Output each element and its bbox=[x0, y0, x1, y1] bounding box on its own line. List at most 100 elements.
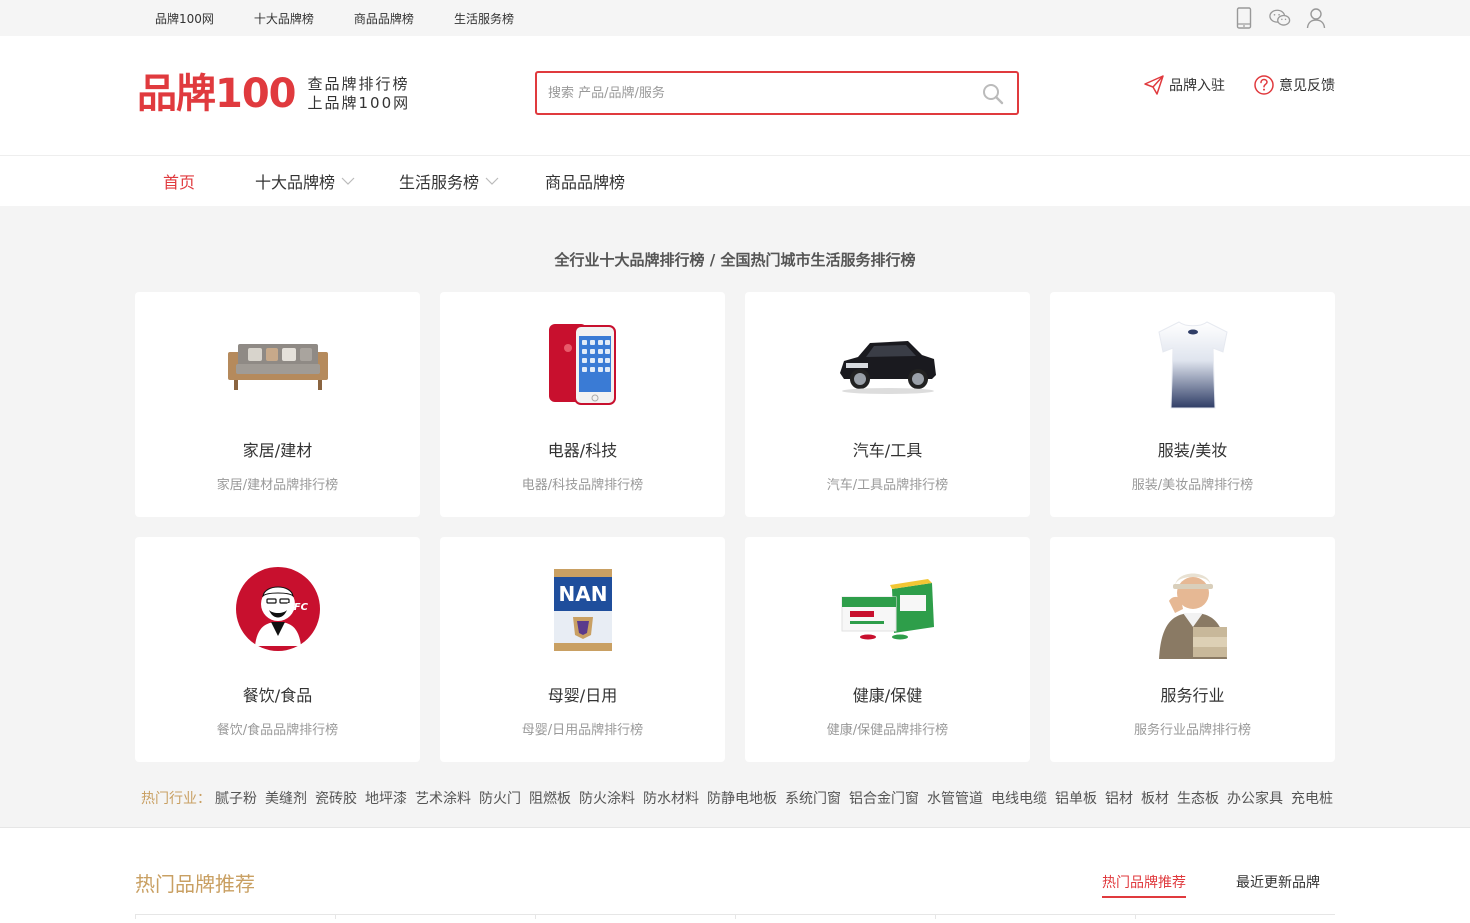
category-name: 服务行业 bbox=[1160, 686, 1225, 705]
hot-industries: 热门行业： 腻子粉 美缝剂 瓷砖胶 地坪漆 艺术涂料 防火门 阻燃板 防火涂料 防水材料 防静电地… bbox=[135, 788, 1335, 808]
car-icon bbox=[745, 292, 1030, 422]
hot-industry-link[interactable]: 防火门 bbox=[479, 791, 521, 807]
logo-mark: 品牌100 bbox=[137, 71, 296, 117]
category-subtitle: 餐饮/食品品牌排行榜 bbox=[216, 723, 339, 738]
hot-industry-link[interactable]: 水管管道 bbox=[927, 791, 983, 807]
search-box bbox=[535, 71, 1019, 115]
recommend-tabs: 热门品牌推荐 最近更新品牌 bbox=[1102, 872, 1320, 898]
hot-industry-link[interactable]: 瓷砖胶 bbox=[315, 791, 357, 807]
hot-industries-label: 热门行业： bbox=[141, 791, 211, 807]
site-header: 品牌100 查品牌排行榜 上品牌100网 品牌入驻 意见反馈 bbox=[0, 36, 1470, 156]
kfc-logo-text: KFC bbox=[286, 602, 309, 613]
category-name: 健康/保健 bbox=[852, 686, 923, 705]
hot-industry-link[interactable]: 腻子粉 bbox=[215, 791, 257, 807]
hot-industry-link[interactable]: 铝单板 bbox=[1055, 791, 1097, 807]
category-card-home[interactable]: 家居/建材 家居/建材品牌排行榜 bbox=[135, 292, 420, 517]
category-title: 全行业十大品牌排行榜 / 全国热门城市生活服务排行榜 bbox=[554, 251, 916, 269]
hot-industry-link[interactable]: 美缝剂 bbox=[265, 791, 307, 807]
hot-industry-link[interactable]: 艺术涂料 bbox=[415, 791, 471, 807]
kfc-logo-icon: KFC bbox=[135, 537, 420, 667]
recommend-list-top bbox=[135, 914, 1335, 919]
recommend-title: 热门品牌推荐 bbox=[135, 872, 255, 896]
topbar-icons bbox=[1233, 7, 1327, 29]
topbar-link-top10[interactable]: 十大品牌榜 bbox=[254, 10, 314, 27]
hot-industry-link[interactable]: 防火涂料 bbox=[579, 791, 635, 807]
topbar-link-services[interactable]: 生活服务榜 bbox=[454, 10, 514, 27]
nav-top10[interactable]: 十大品牌榜 bbox=[255, 169, 355, 193]
hot-industry-link[interactable]: 铝合金门窗 bbox=[849, 791, 919, 807]
hot-industry-link[interactable]: 系统门窗 bbox=[785, 791, 841, 807]
category-name: 家居/建材 bbox=[242, 441, 313, 460]
nan-logo-text: NAN bbox=[558, 582, 607, 606]
category-grid: 家居/建材 家居/建材品牌排行榜 电器/科技 电器/科技品牌排行榜 汽车/工具 … bbox=[135, 292, 1335, 762]
hot-industry-link[interactable]: 铝材 bbox=[1105, 791, 1133, 807]
category-card-services[interactable]: 服务行业 服务行业品牌排行榜 bbox=[1050, 537, 1335, 762]
tab-hot-brands[interactable]: 热门品牌推荐 bbox=[1102, 872, 1186, 898]
nav-services-label: 生活服务榜 bbox=[399, 173, 480, 192]
feedback-label: 意见反馈 bbox=[1279, 78, 1335, 94]
nav-services[interactable]: 生活服务榜 bbox=[399, 169, 499, 193]
search-input[interactable] bbox=[537, 73, 957, 113]
category-subtitle: 健康/保健品牌排行榜 bbox=[826, 723, 949, 738]
category-card-apparel[interactable]: 服装/美妆 服装/美妆品牌排行榜 bbox=[1050, 292, 1335, 517]
category-name: 电器/科技 bbox=[547, 441, 618, 460]
chevron-down-icon bbox=[485, 177, 499, 185]
nav-goods[interactable]: 商品品牌榜 bbox=[545, 169, 625, 193]
slogan-line-1: 查品牌排行榜 bbox=[307, 75, 410, 93]
logo-slogan: 查品牌排行榜 上品牌100网 bbox=[308, 75, 411, 113]
brand-join-link[interactable]: 品牌入驻 bbox=[1143, 74, 1225, 96]
paper-plane-icon bbox=[1144, 75, 1164, 95]
category-card-auto[interactable]: 汽车/工具 汽车/工具品牌排行榜 bbox=[745, 292, 1030, 517]
formula-can-icon: NAN bbox=[440, 537, 725, 667]
category-name: 母婴/日用 bbox=[547, 686, 618, 705]
main-nav: 首页 十大品牌榜 生活服务榜 商品品牌榜 bbox=[0, 156, 1470, 206]
category-section: 全行业十大品牌排行榜 / 全国热门城市生活服务排行榜 家居/建材 家居/建材品牌… bbox=[0, 206, 1470, 828]
medicine-box-icon bbox=[745, 537, 1030, 667]
header-links: 品牌入驻 意见反馈 bbox=[1143, 74, 1335, 96]
feedback-link[interactable]: 意见反馈 bbox=[1253, 74, 1335, 96]
category-name: 餐饮/食品 bbox=[242, 686, 313, 705]
tab-recent-brands[interactable]: 最近更新品牌 bbox=[1236, 872, 1320, 898]
category-subtitle: 母婴/日用品牌排行榜 bbox=[521, 723, 644, 738]
category-subtitle: 汽车/工具品牌排行榜 bbox=[826, 478, 949, 493]
hot-industry-link[interactable]: 防水材料 bbox=[643, 791, 699, 807]
tshirt-icon bbox=[1050, 292, 1335, 422]
nav-goods-label: 商品品牌榜 bbox=[545, 173, 626, 192]
user-icon[interactable] bbox=[1305, 7, 1327, 29]
hot-industry-link[interactable]: 办公家具 bbox=[1227, 791, 1283, 807]
site-logo[interactable]: 品牌100 查品牌排行榜 上品牌100网 bbox=[137, 72, 410, 116]
category-subtitle: 服务行业品牌排行榜 bbox=[1133, 723, 1251, 738]
category-name: 汽车/工具 bbox=[852, 441, 923, 460]
category-name: 服装/美妆 bbox=[1157, 441, 1228, 460]
sofa-icon bbox=[135, 292, 420, 422]
hot-industry-link[interactable]: 生态板 bbox=[1177, 791, 1219, 807]
wechat-icon[interactable] bbox=[1269, 7, 1291, 29]
category-subtitle: 电器/科技品牌排行榜 bbox=[521, 478, 644, 493]
hot-industry-link[interactable]: 充电桩 bbox=[1291, 791, 1333, 807]
delivery-person-icon bbox=[1050, 537, 1335, 667]
brand-join-label: 品牌入驻 bbox=[1169, 78, 1225, 94]
hot-industry-link[interactable]: 防静电地板 bbox=[707, 791, 777, 807]
nav-top10-label: 十大品牌榜 bbox=[255, 173, 336, 192]
question-circle-icon bbox=[1254, 75, 1274, 95]
recommend-section: 热门品牌推荐 热门品牌推荐 最近更新品牌 bbox=[0, 828, 1470, 919]
nav-home[interactable]: 首页 bbox=[163, 169, 195, 193]
hot-industry-link[interactable]: 电线电缆 bbox=[991, 791, 1047, 807]
hot-industry-link[interactable]: 板材 bbox=[1141, 791, 1169, 807]
search-icon[interactable] bbox=[981, 82, 1005, 110]
mobile-icon[interactable] bbox=[1233, 7, 1255, 29]
hot-industry-link[interactable]: 阻燃板 bbox=[529, 791, 571, 807]
smartphone-icon bbox=[440, 292, 725, 422]
category-card-health[interactable]: 健康/保健 健康/保健品牌排行榜 bbox=[745, 537, 1030, 762]
category-card-food[interactable]: KFC 餐饮/食品 餐饮/食品品牌排行榜 bbox=[135, 537, 420, 762]
category-card-baby[interactable]: NAN 母婴/日用 母婴/日用品牌排行榜 bbox=[440, 537, 725, 762]
chevron-down-icon bbox=[341, 177, 355, 185]
slogan-line-2: 上品牌100网 bbox=[307, 94, 411, 112]
nav-home-label: 首页 bbox=[163, 173, 196, 192]
top-bar: 品牌100网 十大品牌榜 商品品牌榜 生活服务榜 bbox=[0, 0, 1470, 36]
category-card-electronics[interactable]: 电器/科技 电器/科技品牌排行榜 bbox=[440, 292, 725, 517]
topbar-link-home[interactable]: 品牌100网 bbox=[155, 10, 214, 27]
hot-industry-link[interactable]: 地坪漆 bbox=[365, 791, 407, 807]
topbar-link-goods[interactable]: 商品品牌榜 bbox=[354, 10, 414, 27]
category-subtitle: 家居/建材品牌排行榜 bbox=[216, 478, 339, 493]
